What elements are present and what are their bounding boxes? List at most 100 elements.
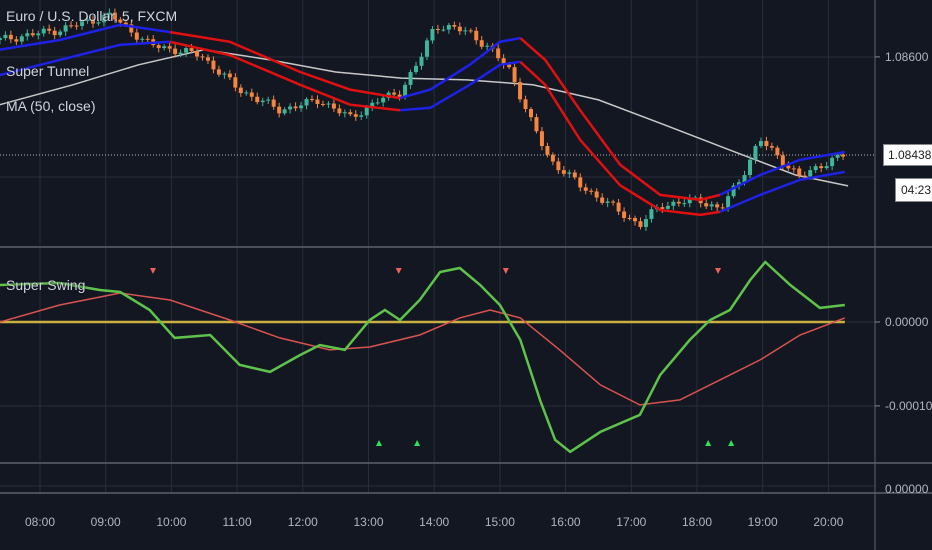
candle-body [293, 106, 298, 109]
candle-body [758, 141, 763, 147]
candle-body [435, 29, 440, 31]
candle-body [408, 72, 413, 85]
candle-body [512, 67, 517, 83]
tunnel-lower-segment [719, 170, 846, 214]
candle-body [326, 103, 331, 105]
candle-body [824, 166, 829, 169]
candle-body [819, 166, 824, 169]
candle-body [184, 48, 189, 53]
x-tick-label: 18:00 [682, 515, 712, 529]
tunnel-upper-segment [519, 37, 721, 202]
candle-body [211, 60, 216, 70]
candle-body [392, 92, 397, 95]
candle-body [205, 57, 210, 61]
candle-body [474, 30, 479, 41]
current-price-label: 1.08438 [883, 144, 932, 166]
candle-body [233, 77, 238, 88]
tunnel-lower-segment [169, 40, 401, 112]
candle-body [446, 25, 451, 30]
legend-ma: MA (50, close) [6, 98, 96, 114]
candle-body [775, 147, 780, 156]
candle-body [19, 36, 24, 42]
candle-body [660, 207, 665, 209]
candle-body [523, 99, 528, 110]
candle-body [30, 33, 35, 36]
candle-body [671, 201, 676, 206]
candle-body [156, 45, 161, 49]
candle-body [709, 204, 714, 207]
candle-body [583, 187, 588, 191]
candle-body [162, 46, 167, 49]
candle-body [572, 172, 577, 178]
y-tick-label: 0.00000 [885, 482, 929, 496]
x-tick-label: 19:00 [748, 515, 778, 529]
candle-body [797, 168, 802, 176]
candle-body [665, 205, 670, 209]
sell-signal-marker [150, 268, 157, 274]
candle-body [550, 154, 555, 162]
candle-body [25, 33, 30, 37]
candle-body [36, 33, 41, 36]
tunnel-lower-segment [399, 60, 521, 112]
swing-slow-line [0, 292, 846, 406]
candle-body [140, 38, 145, 40]
candle-body [414, 65, 419, 73]
candle-body [244, 92, 249, 94]
candle-body [627, 217, 632, 219]
legend-super-swing: Super Swing [6, 277, 86, 293]
candle-body [173, 48, 178, 55]
candle-body [309, 99, 314, 101]
tunnel-upper-segment [169, 30, 401, 100]
sell-signal-marker [715, 268, 722, 274]
candle-body [545, 146, 550, 155]
candle-body [222, 73, 227, 75]
x-tick-label: 08:00 [25, 515, 55, 529]
candle-body [200, 56, 205, 58]
candle-body [277, 106, 282, 114]
candle-body [342, 112, 347, 114]
candle-body [830, 157, 835, 167]
chart-canvas[interactable]: 08:00 09:00 10:00 11:00 12:00 13:00 14:00 15:00… [0, 0, 932, 550]
x-tick-label: 13:00 [353, 515, 383, 529]
candle-body [600, 197, 605, 203]
buy-signal-marker [728, 440, 735, 446]
candle-body [567, 172, 572, 174]
candle-body [238, 87, 243, 94]
candle-body [145, 38, 150, 40]
candle-body [381, 97, 386, 103]
candle-body [260, 100, 265, 103]
candle-body [791, 168, 796, 170]
candle-body [271, 99, 276, 107]
candle-body [304, 99, 309, 106]
candle-body [266, 99, 271, 101]
candle-body [780, 155, 785, 166]
candle-body [682, 203, 687, 205]
candle-body [74, 25, 79, 27]
candle-body [353, 114, 358, 117]
candle-body [802, 175, 807, 177]
x-tick-label: 16:00 [551, 515, 581, 529]
candle-body [622, 211, 627, 218]
candle-body [195, 50, 200, 57]
candle-body [348, 112, 353, 115]
candle-body [616, 202, 621, 212]
candle-body [337, 108, 342, 114]
y-tick-label: 0.00000 [885, 315, 929, 329]
candle-body [643, 219, 648, 227]
candle-body [479, 40, 484, 47]
candle-body [52, 30, 57, 36]
candle-body [534, 117, 539, 132]
candle-body [764, 141, 769, 147]
candle-body [463, 30, 468, 32]
candle-body [676, 201, 681, 204]
candle-body [320, 103, 325, 105]
candle-body [375, 102, 380, 104]
candle-body [430, 29, 435, 41]
x-tick-label: 14:00 [419, 515, 449, 529]
candle-body [282, 109, 287, 114]
candle-body [496, 48, 501, 59]
candle-body [747, 159, 752, 176]
candle-body [0, 38, 2, 40]
candle-body [424, 40, 429, 57]
candle-body [611, 201, 616, 203]
